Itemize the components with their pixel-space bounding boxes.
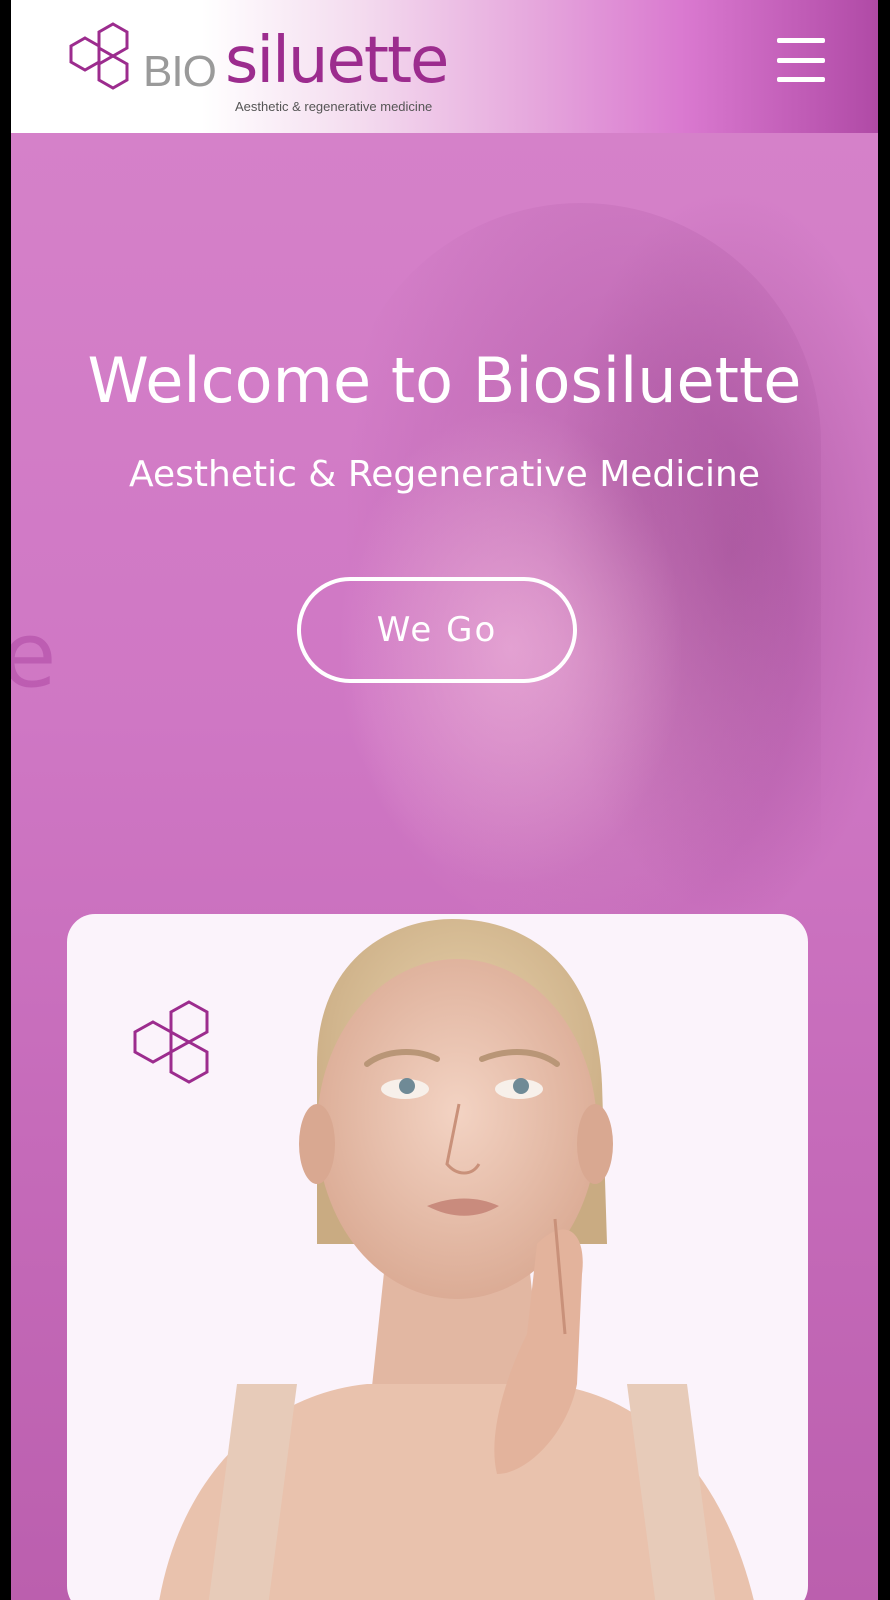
page: BIO siluette Aesthetic & regenerative me… xyxy=(11,0,878,1600)
menu-bar xyxy=(777,38,825,43)
menu-bar xyxy=(777,77,825,82)
hero-background-logo-fragment: e xyxy=(11,603,57,708)
biosiluette-logo[interactable]: BIO siluette Aesthetic & regenerative me… xyxy=(63,20,483,114)
logo-name: siluette xyxy=(225,24,449,98)
logo-tagline: Aesthetic & regenerative medicine xyxy=(235,99,433,114)
menu-bar xyxy=(777,57,825,63)
we-go-button[interactable]: We Go xyxy=(297,577,577,683)
site-header: BIO siluette Aesthetic & regenerative me… xyxy=(11,0,878,133)
hexagon-logo-icon xyxy=(69,22,129,90)
hero-subtitle: Aesthetic & Regenerative Medicine xyxy=(128,454,761,495)
logo-prefix: BIO xyxy=(143,47,217,96)
hexagon-cluster-icon xyxy=(133,1000,209,1084)
feature-card xyxy=(67,914,808,1600)
hamburger-menu-icon[interactable] xyxy=(777,38,825,82)
hero-title: Welcome to Biosiluette xyxy=(87,344,802,417)
